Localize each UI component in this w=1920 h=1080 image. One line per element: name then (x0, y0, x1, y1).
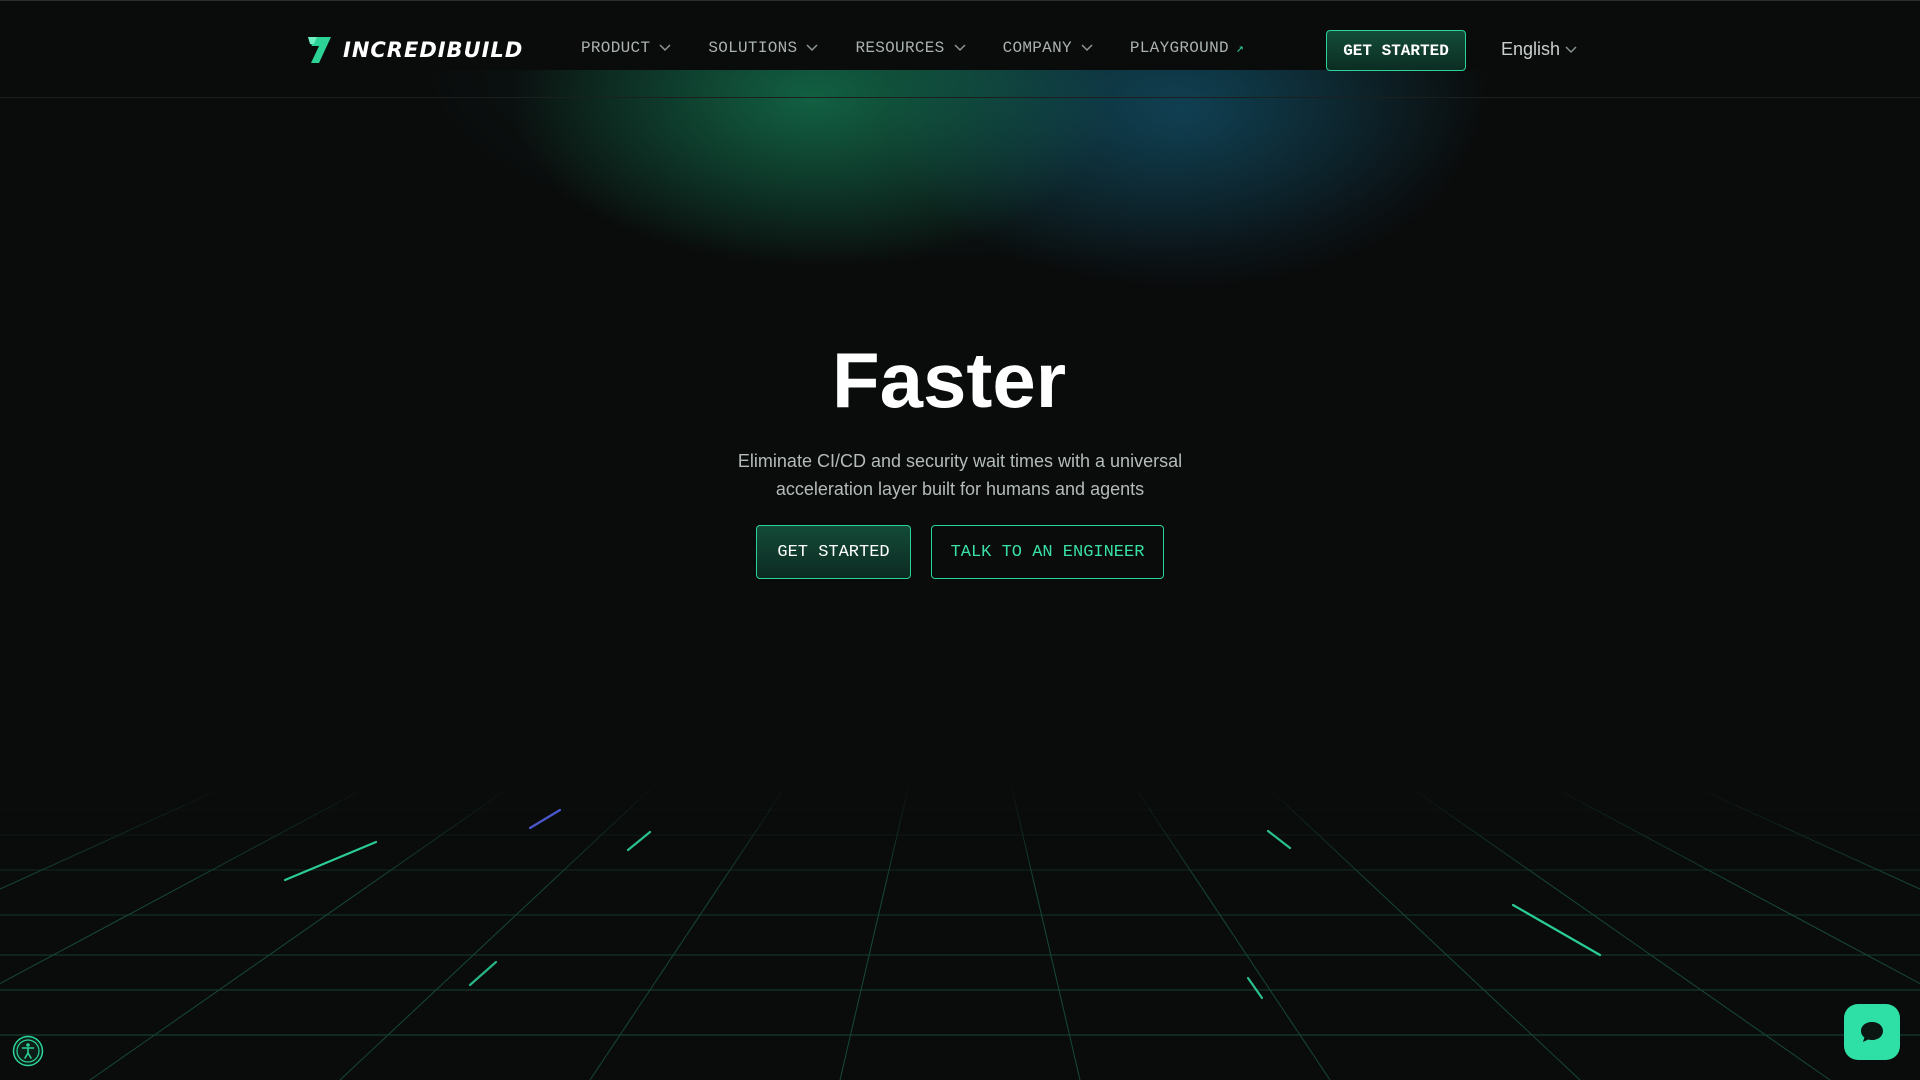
nav-item-label: PRODUCT (581, 39, 651, 57)
language-label: English (1501, 39, 1561, 59)
brand-logo[interactable]: INCREDIBUILD (305, 34, 523, 66)
hero-subtitle: Eliminate CI/CD and security wait times … (715, 447, 1205, 503)
nav-item-product[interactable]: PRODUCT (581, 39, 672, 57)
perspective-grid-floor (0, 780, 1920, 1080)
chevron-down-icon (1081, 44, 1093, 52)
nav-item-label: RESOURCES (855, 39, 945, 57)
chevron-down-icon (1565, 46, 1577, 53)
nav-item-solutions[interactable]: SOLUTIONS (708, 39, 819, 57)
external-link-arrow-icon: ↗ (1235, 40, 1245, 56)
accessibility-icon[interactable] (12, 1035, 44, 1067)
nav-item-playground[interactable]: PLAYGROUND ↗ (1130, 39, 1244, 57)
nav-item-label: PLAYGROUND (1129, 39, 1229, 57)
chevron-down-icon (659, 44, 671, 52)
site-header: INCREDIBUILD PRODUCT SOLUTIONS RESOURCES (0, 0, 1920, 98)
page: INCREDIBUILD PRODUCT SOLUTIONS RESOURCES (0, 0, 1920, 1080)
hero-title: Faster (831, 336, 1067, 424)
logo-mark-icon (308, 37, 331, 63)
chat-bubble-icon (1861, 1022, 1883, 1042)
nav-item-label: SOLUTIONS (708, 39, 798, 57)
hero-subtitle-line: Eliminate CI/CD and security wait times … (737, 451, 1183, 471)
talk-to-engineer-button[interactable]: TALK TO AN ENGINEER (931, 525, 1164, 579)
chevron-down-icon (806, 44, 818, 52)
hero-glow (340, 70, 1580, 360)
nav-item-resources[interactable]: RESOURCES (855, 39, 966, 57)
logo-wordmark: INCREDIBUILD (343, 38, 524, 62)
header-get-started-button[interactable]: GET STARTED (1326, 30, 1466, 71)
chevron-down-icon (954, 44, 966, 52)
chat-widget-button[interactable] (1844, 1004, 1900, 1060)
nav-item-label: COMPANY (1002, 39, 1072, 57)
main-nav: PRODUCT SOLUTIONS RESOURCES COMPANY PLAY… (581, 39, 1244, 57)
language-selector[interactable]: English (1501, 39, 1577, 60)
nav-item-company[interactable]: COMPANY (1003, 39, 1094, 57)
hero-get-started-button[interactable]: GET STARTED (756, 525, 911, 579)
hero-subtitle-line: acceleration layer built for humans and … (775, 479, 1145, 499)
